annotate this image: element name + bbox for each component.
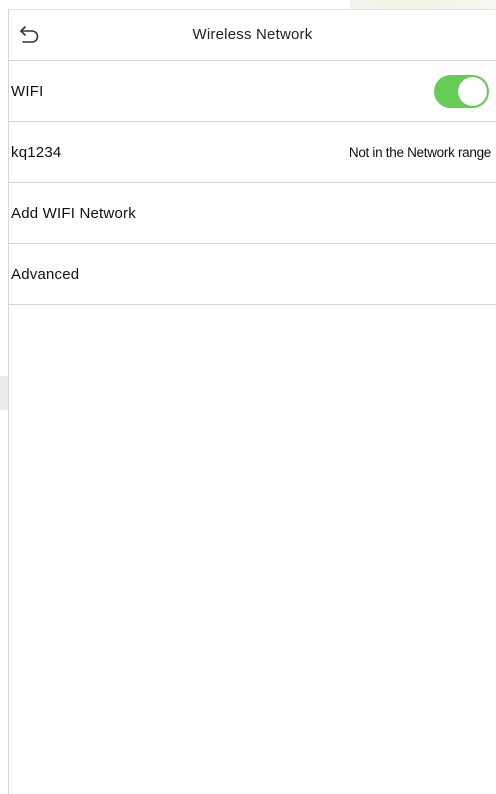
toggle-knob [458,76,487,106]
back-arrow-icon [20,26,39,43]
back-button[interactable] [15,22,45,48]
wifi-row[interactable]: WIFI [9,61,496,122]
background-watermark-side [0,376,8,410]
wifi-label: WIFI [11,82,44,100]
add-wifi-network-row[interactable]: Add WIFI Network [9,183,496,244]
network-row-kq1234[interactable]: kq1234 Not in the Network range [9,122,496,183]
advanced-row[interactable]: Advanced [9,244,496,305]
advanced-label: Advanced [11,265,80,283]
title-bar: Wireless Network [9,10,496,61]
network-status: Not in the Network range [348,144,491,160]
page-title: Wireless Network [192,26,313,43]
add-wifi-network-label: Add WIFI Network [11,204,136,222]
device-screen: Wireless Network WIFI kq1234 Not in the … [8,9,496,794]
network-ssid: kq1234 [11,143,62,161]
wifi-toggle[interactable] [434,74,489,108]
